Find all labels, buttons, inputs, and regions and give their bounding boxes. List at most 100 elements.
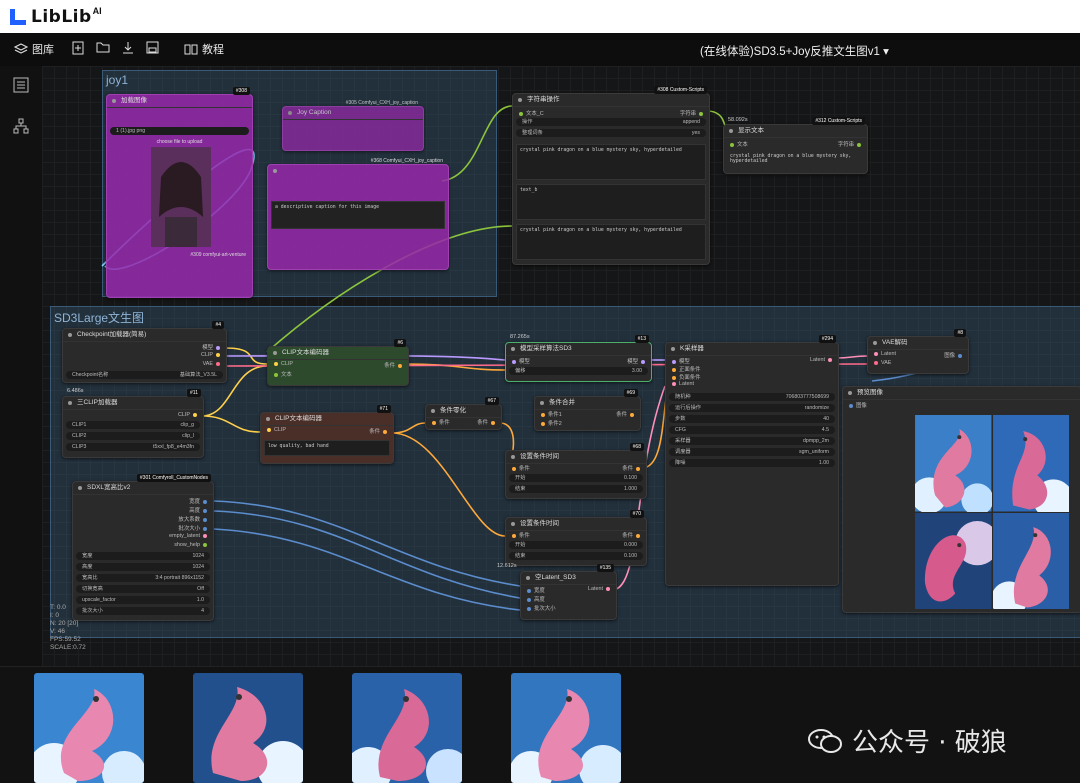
sdxl-upscale-row[interactable]: upscale_factor 1.0 — [76, 596, 210, 604]
checkpoint-name-row[interactable]: Checkpoint名称 基础算法_V3.5L — [66, 371, 223, 379]
triple-clip-row-1[interactable]: CLIP1 clip_g — [66, 421, 200, 429]
thumbnail-4[interactable] — [511, 673, 621, 783]
sdxl-aspect-node[interactable]: SDXL宽高比v2 #301 Comfyroll_CustomNodes 宽度 … — [72, 474, 214, 621]
thumbnail-3[interactable] — [352, 673, 462, 783]
clip-pos-in-text[interactable]: 文本 — [271, 370, 292, 378]
ksampler-node[interactable]: K采样器 #294 模型 正面条件 负面条件 Latent Latent 随机种… — [665, 335, 839, 586]
triple-clip-row-3[interactable]: CLIP3 t5xxl_fp8_e4m3fn — [66, 443, 200, 451]
show-text-input[interactable]: 文本 — [727, 140, 748, 148]
set-time-1-end[interactable]: 结束 1.000 — [509, 485, 643, 493]
load-image-file-row[interactable]: 1 (1).jpg png — [110, 127, 249, 135]
ksampler-denoise[interactable]: 降噪 1.00 — [669, 459, 835, 467]
ksampler-cfg[interactable]: CFG 4.5 — [669, 426, 835, 434]
clip-pos-in-clip[interactable]: CLIP — [271, 361, 293, 367]
clip-pos-out[interactable]: 条件 — [384, 361, 405, 369]
set-cond-time-2-node[interactable]: 设置条件时间 #70 条件 条件 开始 0.000 结束 0.100 — [505, 510, 647, 566]
sdxl-out-help[interactable]: show_help — [174, 542, 210, 548]
open-folder-icon[interactable] — [96, 41, 110, 53]
string-op-node[interactable]: 字符串操作 #308 Custom-Scripts 文本_C 字符串 操作 app… — [512, 86, 710, 265]
clip-encode-positive-node[interactable]: CLIP文本编码器 #6 CLIP 文本 条件 — [267, 339, 409, 386]
show-text-node[interactable]: 显示文本 #312 Custom-Scripts 58.092s 文本 字符串 … — [723, 117, 868, 174]
ksampler-seed[interactable]: 随机种 706803777508699 — [669, 393, 835, 401]
string-op-text-c[interactable]: crystal pink dragon on a blue mystery sk… — [516, 224, 706, 260]
ksampler-steps[interactable]: 步数 40 — [669, 415, 835, 423]
model-sampling-in[interactable]: 模型 — [509, 357, 530, 365]
sdxl-batch-row[interactable]: 批次大小 4 — [76, 607, 210, 615]
clip-neg-text[interactable]: low quality, bad hand — [264, 440, 390, 456]
cond-combine-out[interactable]: 条件 — [616, 410, 637, 418]
thumbnail-2[interactable] — [193, 673, 303, 783]
string-op-input[interactable]: 文本_C — [516, 109, 544, 117]
ksampler-scheduler[interactable]: 调度器 sgm_uniform — [669, 448, 835, 456]
joy-caption-node[interactable]: Joy Caption #305 Comfyui_CXH_joy_caption — [282, 100, 424, 151]
ksampler-sampler[interactable]: 采样器 dpmpp_2m — [669, 437, 835, 445]
ksampler-after[interactable]: 运行后操作 randomize — [669, 404, 835, 412]
set-cond-time-1-node[interactable]: 设置条件时间 #68 条件 条件 开始 0.100 结束 1.000 — [505, 443, 647, 499]
joy-caption2-prompt[interactable]: a descriptive caption for this image — [271, 201, 445, 229]
sdxl-out-latent[interactable]: empty_latent — [169, 533, 210, 539]
preview-image-3[interactable] — [915, 512, 992, 610]
preview-image-1[interactable] — [915, 415, 992, 512]
ksampler-in-negative[interactable]: 负面条件 — [669, 373, 701, 381]
clip-neg-in[interactable]: CLIP — [264, 427, 286, 433]
set-time-2-out[interactable]: 条件 — [622, 531, 643, 539]
download-icon[interactable] — [122, 41, 134, 55]
set-time-2-in[interactable]: 条件 — [509, 531, 530, 539]
triple-clip-row-2[interactable]: CLIP2 clip_l — [66, 432, 200, 440]
checkpoint-out-model[interactable]: 模型 — [202, 343, 223, 351]
ksampler-in-model[interactable]: 模型 — [669, 357, 690, 365]
ksampler-out[interactable]: Latent — [810, 357, 835, 363]
checkpoint-out-clip[interactable]: CLIP — [201, 352, 223, 358]
cond-combine-in-2[interactable]: 条件2 — [538, 419, 562, 427]
model-sampling-node[interactable]: 模型采样算法SD3 #13 87.265s 模型 模型 偏移 3.00 — [505, 334, 652, 382]
sdxl-out-upscale[interactable]: 放大系数 — [178, 515, 210, 523]
sdxl-swap-row[interactable]: 切换宽高 Off — [76, 585, 210, 593]
node-tree-icon[interactable] — [13, 118, 29, 139]
set-time-1-out[interactable]: 条件 — [622, 464, 643, 472]
preview-image-node[interactable]: 预览图像 图像 — [842, 386, 1080, 613]
checkpoint-loader-node[interactable]: Checkpoint加载器(简易) #4 模型 CLIP VAE Checkpo… — [62, 321, 227, 383]
load-image-node[interactable]: 加载图像 #308 1 (1).jpg png choose file to u… — [106, 87, 253, 298]
show-text-output[interactable]: 字符串 — [838, 140, 864, 148]
checkpoint-out-vae[interactable]: VAE — [203, 361, 223, 367]
save-icon[interactable] — [146, 41, 159, 54]
string-op-text-a[interactable]: crystal pink dragon on a blue mystery sk… — [516, 144, 706, 180]
liblib-logo[interactable]: LibLib AI — [10, 6, 102, 28]
preview-in[interactable]: 图像 — [846, 401, 867, 409]
empty-latent-out[interactable]: Latent — [588, 586, 613, 592]
sdxl-height-row[interactable]: 高度 1024 — [76, 563, 210, 571]
clip-encode-negative-node[interactable]: CLIP文本编码器 #71 CLIP 条件 low quality, bad h… — [260, 405, 394, 464]
preview-image-4[interactable] — [992, 512, 1070, 610]
workflow-title[interactable]: (在线体验)SD3.5+Joy反推文生图v1 ▾ — [700, 43, 889, 59]
vae-decode-in-latent[interactable]: Latent — [871, 351, 896, 357]
joy-caption2-node[interactable]: #368 Comfyui_CXH_joy_caption a descripti… — [267, 158, 449, 270]
cond-zero-node[interactable]: 条件零化 #67 条件 条件 — [425, 397, 502, 430]
empty-latent-in-batch[interactable]: 批次大小 — [524, 604, 556, 612]
triple-clip-out[interactable]: CLIP — [178, 412, 200, 418]
set-time-1-start[interactable]: 开始 0.100 — [509, 474, 643, 482]
set-time-2-end[interactable]: 结束 0.100 — [509, 552, 643, 560]
set-time-2-start[interactable]: 开始 0.000 — [509, 541, 643, 549]
model-sampling-out[interactable]: 模型 — [627, 357, 648, 365]
sdxl-out-batch[interactable]: 批次大小 — [178, 524, 210, 532]
string-op-operation[interactable]: 操作 append — [516, 118, 706, 126]
cond-combine-node[interactable]: 条件合并 #69 条件1 条件2 条件 — [534, 389, 641, 431]
string-op-tidy[interactable]: 整理词条 yes — [516, 129, 706, 137]
upload-button[interactable]: choose file to upload — [107, 139, 252, 145]
string-op-text-b[interactable]: text_b — [516, 184, 706, 220]
node-canvas[interactable]: joy1 SD3Large文生图 加载图像 #308 1 (1).jpg png… — [42, 66, 1080, 666]
triple-clip-node[interactable]: 三CLIP加载器 #11 6.486s CLIP CLIP1 clip_g CLI… — [62, 388, 204, 458]
model-sampling-shift[interactable]: 偏移 3.00 — [509, 367, 648, 375]
preview-image-2[interactable] — [992, 415, 1070, 512]
vae-decode-out[interactable]: 图像 — [944, 351, 965, 359]
cond-combine-in-1[interactable]: 条件1 — [538, 410, 562, 418]
sdxl-width-row[interactable]: 宽度 1024 — [76, 552, 210, 560]
string-op-output[interactable]: 字符串 — [680, 109, 706, 117]
clip-neg-out[interactable]: 条件 — [369, 427, 390, 435]
cond-zero-in[interactable]: 条件 — [429, 418, 450, 426]
document-list-icon[interactable] — [13, 77, 29, 98]
ksampler-in-positive[interactable]: 正面条件 — [669, 365, 701, 373]
set-time-1-in[interactable]: 条件 — [509, 464, 530, 472]
tutorial-menu[interactable]: 教程 — [184, 41, 224, 57]
cond-zero-out[interactable]: 条件 — [477, 418, 498, 426]
